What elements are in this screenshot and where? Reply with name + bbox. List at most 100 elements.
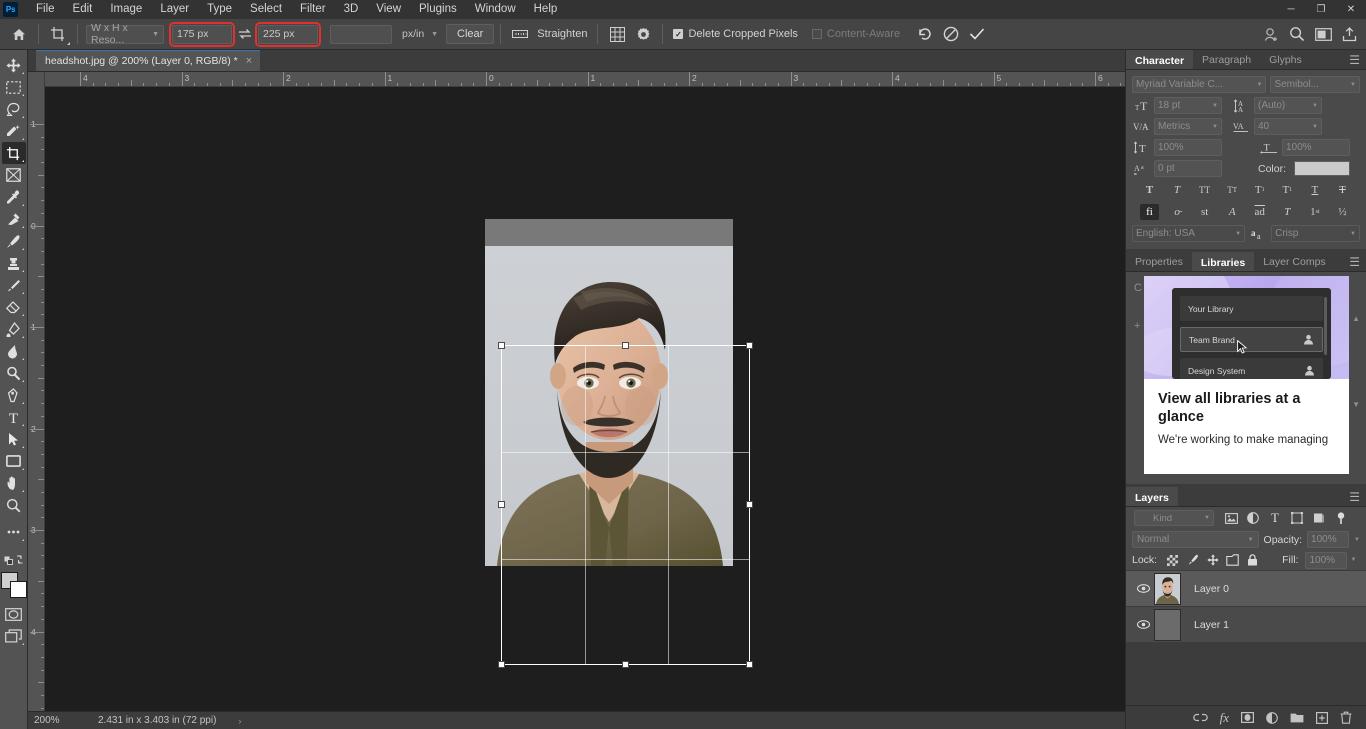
close-button[interactable]: ✕ — [1336, 0, 1366, 19]
pixel-layer-filter-icon[interactable] — [1220, 512, 1242, 524]
export-icon[interactable] — [1336, 22, 1362, 47]
all-caps-icon[interactable]: TT — [1195, 182, 1214, 198]
hand-tool[interactable] — [2, 472, 26, 494]
add-layer-mask-icon[interactable] — [1241, 712, 1254, 723]
delete-layer-icon[interactable] — [1340, 711, 1352, 724]
font-size-field[interactable]: 18 pt ▼ — [1154, 97, 1222, 114]
swash-icon[interactable]: A — [1223, 204, 1242, 220]
menu-edit[interactable]: Edit — [64, 0, 102, 19]
tab-layer-comps[interactable]: Layer Comps — [1254, 252, 1335, 271]
strikethrough-icon[interactable]: T — [1333, 182, 1352, 198]
history-brush-tool[interactable] — [2, 274, 26, 296]
menu-file[interactable]: File — [27, 0, 64, 19]
bold-icon[interactable]: T — [1140, 182, 1159, 198]
lock-image-pixels-icon[interactable] — [1184, 554, 1201, 566]
font-family-select[interactable]: Myriad Variable C... ▼ — [1132, 76, 1267, 93]
crop-tool[interactable] — [1, 142, 26, 164]
pen-tool[interactable] — [2, 384, 26, 406]
close-icon[interactable]: × — [246, 55, 252, 67]
superscript-icon[interactable]: T1 — [1250, 182, 1269, 198]
menu-filter[interactable]: Filter — [291, 0, 335, 19]
lock-position-icon[interactable] — [1204, 554, 1221, 566]
cancel-circle-icon[interactable] — [938, 22, 964, 47]
tracking-field[interactable]: 40 ▼ — [1254, 118, 1322, 135]
layer-name[interactable]: Layer 0 — [1181, 583, 1229, 595]
fill-field[interactable]: 100% — [1305, 551, 1348, 569]
ruler-corner[interactable] — [28, 72, 45, 87]
blur-tool[interactable] — [2, 340, 26, 362]
menu-select[interactable]: Select — [241, 0, 291, 19]
menu-layer[interactable]: Layer — [151, 0, 198, 19]
spot-healing-brush-tool[interactable] — [2, 208, 26, 230]
panel-menu-icon[interactable]: ☰ — [1349, 256, 1360, 268]
reset-arrow-icon[interactable] — [912, 22, 938, 47]
layer-thumbnail[interactable] — [1154, 572, 1181, 605]
lasso-tool[interactable] — [2, 98, 26, 120]
menu-image[interactable]: Image — [101, 0, 151, 19]
gear-icon[interactable] — [630, 22, 656, 47]
italic-icon[interactable]: T — [1168, 182, 1187, 198]
zoom-level[interactable]: 200% — [28, 715, 78, 726]
straighten-label[interactable]: Straighten — [533, 28, 591, 40]
table-row[interactable]: Layer 1 — [1126, 607, 1366, 643]
chevron-down-icon[interactable]: ▼ — [1352, 400, 1360, 409]
popup-scrollbar[interactable] — [1324, 297, 1327, 355]
new-adjustment-layer-icon[interactable] — [1266, 711, 1278, 724]
object-selection-tool[interactable] — [2, 120, 26, 142]
brush-tool[interactable] — [2, 230, 26, 252]
chevron-down-icon[interactable]: ▼ — [1354, 537, 1360, 543]
subscript-icon[interactable]: T1 — [1278, 182, 1297, 198]
horizontal-ruler[interactable]: 4 3 2 1 0 1 2 3 4 5 6 — [45, 72, 1125, 87]
titling-alternates-icon[interactable]: T — [1278, 204, 1297, 220]
table-row[interactable]: Layer 0 — [1126, 571, 1366, 607]
menu-help[interactable]: Help — [525, 0, 567, 19]
gradient-tool[interactable] — [2, 318, 26, 340]
document-tab[interactable]: headshot.jpg @ 200% (Layer 0, RGB/8) * × — [36, 49, 261, 71]
layer-kind-filter[interactable]: Kind ▼ — [1134, 510, 1214, 526]
screen-mode-icon[interactable] — [2, 625, 26, 647]
crop-width-field[interactable]: 175 px — [169, 21, 235, 47]
chevron-down-icon[interactable]: ▼ — [1350, 557, 1356, 563]
minimize-button[interactable]: ─ — [1276, 0, 1306, 19]
quick-mask-icon[interactable] — [2, 603, 26, 625]
menu-window[interactable]: Window — [466, 0, 525, 19]
share-person-icon[interactable] — [1258, 22, 1284, 47]
lock-transparent-pixels-icon[interactable] — [1164, 554, 1181, 566]
crop-handle-bottom-left[interactable] — [498, 661, 505, 668]
crop-bounding-box[interactable] — [501, 345, 750, 665]
content-aware-checkbox[interactable]: Content-Aware — [798, 28, 900, 40]
tab-paragraph[interactable]: Paragraph — [1193, 50, 1261, 69]
anti-alias-select[interactable]: Crisp ▼ — [1271, 225, 1360, 242]
oldstyle-icon[interactable]: ad — [1250, 204, 1269, 220]
color-swatches[interactable] — [0, 572, 27, 598]
lock-artboard-icon[interactable] — [1224, 554, 1241, 566]
crop-handle-top-center[interactable] — [622, 342, 629, 349]
type-layer-filter-icon[interactable]: T — [1264, 510, 1286, 526]
chevron-up-icon[interactable]: ▲ — [1352, 314, 1360, 323]
search-icon[interactable] — [1284, 22, 1310, 47]
default-colors-and-swap-icons[interactable] — [2, 548, 26, 570]
layer-visibility-toggle[interactable] — [1132, 620, 1154, 629]
rectangular-marquee-tool[interactable] — [2, 76, 26, 98]
layer-name[interactable]: Layer 1 — [1181, 619, 1229, 631]
link-layers-icon[interactable] — [1192, 713, 1208, 722]
crop-handle-bottom-center[interactable] — [622, 661, 629, 668]
move-tool[interactable] — [2, 54, 26, 76]
baseline-shift-field[interactable]: 0 pt — [1154, 160, 1222, 177]
menu-type[interactable]: Type — [198, 0, 241, 19]
layer-thumbnail[interactable] — [1154, 608, 1181, 641]
grid-overlay-icon[interactable] — [604, 22, 630, 47]
ordinals-icon[interactable]: 1st — [1305, 204, 1324, 220]
delete-cropped-pixels-checkbox[interactable]: ✓ Delete Cropped Pixels — [669, 28, 798, 40]
home-icon[interactable] — [6, 22, 32, 47]
discretionary-ligatures-icon[interactable]: st — [1195, 204, 1214, 220]
crop-handle-top-left[interactable] — [498, 342, 505, 349]
libraries-feature-popup[interactable]: Your Library Team Brand Design System Vi… — [1144, 276, 1349, 474]
clear-button[interactable]: Clear — [446, 24, 495, 44]
font-style-select[interactable]: Semibol... ▼ — [1270, 76, 1360, 93]
kerning-field[interactable]: Metrics ▼ — [1154, 118, 1222, 135]
background-color-swatch[interactable] — [9, 581, 27, 598]
crop-resolution-field[interactable] — [330, 24, 392, 44]
tab-glyphs[interactable]: Glyphs — [1260, 50, 1311, 69]
small-caps-icon[interactable]: TT — [1223, 182, 1242, 198]
